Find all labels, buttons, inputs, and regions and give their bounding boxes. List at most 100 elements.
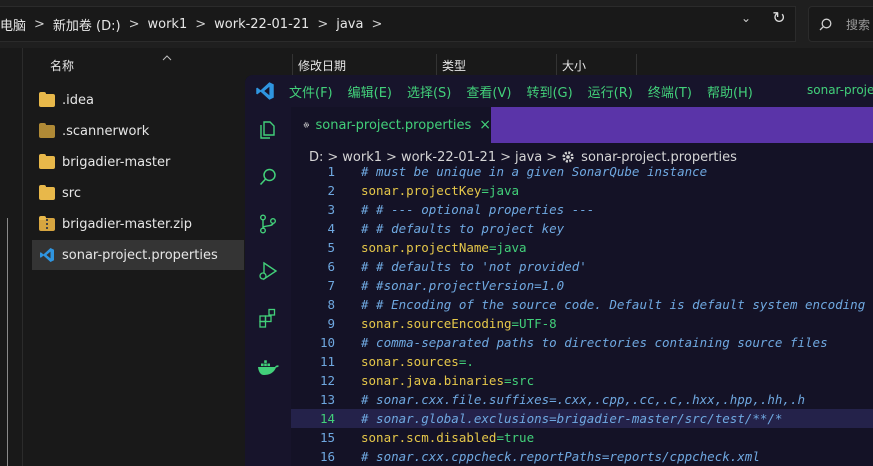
- code-line[interactable]: 14 # sonar.global.exclusions=brigadier-ma…: [291, 409, 873, 428]
- breadcrumb-java[interactable]: java: [336, 17, 363, 32]
- code-line[interactable]: 9 sonar.sourceEncoding=UTF-8: [291, 314, 873, 333]
- line-number: 10: [319, 335, 335, 350]
- code-line[interactable]: 6 # # defaults to 'not provided': [291, 257, 873, 276]
- file-row-sonar-properties[interactable]: sonar-project.properties: [32, 240, 244, 270]
- code-text: # sonar.global.exclusions=brigadier-mast…: [361, 409, 782, 428]
- code-line[interactable]: 2 sonar.projectKey=java: [291, 181, 873, 200]
- nav-pane-scrollbar[interactable]: [7, 218, 8, 466]
- line-number: 1: [327, 164, 335, 179]
- comment-token: # # defaults to project key: [361, 221, 565, 236]
- navigation-pane: [0, 48, 23, 466]
- code-line[interactable]: 8 # # Encoding of the source code. Defaul…: [291, 295, 873, 314]
- docker-icon[interactable]: [255, 354, 281, 380]
- line-number: 6: [327, 259, 335, 274]
- code-line[interactable]: 13 # sonar.cxx.file.suffixes=.cxx,.cpp,.c…: [291, 390, 873, 409]
- code-text: # must be unique in a given SonarQube in…: [361, 162, 707, 181]
- code-text: # comma-separated paths to directories c…: [361, 333, 828, 352]
- file-row-brigadier-master[interactable]: brigadier-master: [32, 147, 244, 177]
- property-key: sonar.projectName: [361, 240, 489, 255]
- source-control-icon[interactable]: [255, 211, 281, 237]
- code-line[interactable]: 16 # sonar.cxx.cppcheck.reportPaths=repor…: [291, 447, 873, 466]
- comment-token: # sonar.cxx.cppcheck.reportPaths=reports…: [361, 449, 760, 464]
- breadcrumb-work-date[interactable]: work-22-01-21: [214, 17, 309, 32]
- menu-go[interactable]: 转到(G): [526, 82, 572, 101]
- property-key: sonar.sourceEncoding: [361, 316, 512, 331]
- menu-run[interactable]: 运行(R): [588, 82, 633, 101]
- search-placeholder: 搜索: [846, 17, 871, 32]
- folder-icon: [39, 91, 55, 107]
- file-name: sonar-project.properties: [62, 247, 218, 263]
- chevron-right-icon: >: [195, 16, 207, 32]
- address-bar[interactable]: 电脑 > 新加卷 (D:) > work1 > work-22-01-21 > …: [0, 6, 796, 42]
- menu-selection[interactable]: 选择(S): [407, 82, 451, 101]
- code-line[interactable]: 4 # # defaults to project key: [291, 219, 873, 238]
- code-line[interactable]: 3 # # --- optional properties ---: [291, 200, 873, 219]
- search-icon[interactable]: [255, 164, 281, 190]
- column-header-name[interactable]: 名称: [50, 52, 74, 80]
- property-key: sonar.scm.disabled: [361, 430, 497, 445]
- file-name: .scannerwork: [62, 123, 150, 139]
- folder-icon: [39, 122, 55, 138]
- line-number: 12: [319, 373, 335, 388]
- code-line[interactable]: 10 # comma-separated paths to directories…: [291, 333, 873, 352]
- explorer-files-icon[interactable]: [255, 117, 281, 143]
- close-icon[interactable]: ×: [479, 117, 491, 133]
- breadcrumb-drive[interactable]: 新加卷 (D:): [53, 15, 121, 34]
- chevron-right-icon: >: [317, 16, 329, 32]
- property-key: sonar.java.binaries: [361, 373, 504, 388]
- code-line[interactable]: 1 # must be unique in a given SonarQube i…: [291, 162, 873, 181]
- code-text: # #sonar.projectVersion=1.0: [361, 276, 564, 295]
- file-row-scannerwork[interactable]: .scannerwork: [32, 116, 244, 146]
- menu-view[interactable]: 查看(V): [466, 82, 511, 101]
- line-number: 11: [319, 354, 335, 369]
- equals-sign: =: [511, 316, 520, 331]
- line-number: 15: [319, 430, 335, 445]
- code-line[interactable]: 7 # #sonar.projectVersion=1.0: [291, 276, 873, 295]
- line-number: 9: [327, 316, 335, 331]
- file-name: brigadier-master.zip: [62, 216, 192, 232]
- line-number: 3: [327, 202, 335, 217]
- comment-token: # # defaults to 'not provided': [361, 259, 587, 274]
- code-text: # # defaults to 'not provided': [361, 257, 587, 276]
- code-editor[interactable]: 1 # must be unique in a given SonarQube i…: [291, 162, 873, 466]
- file-row-idea[interactable]: .idea: [32, 85, 244, 115]
- menu-bar: 文件(F) 编辑(E) 选择(S) 查看(V) 转到(G) 运行(R) 终端(T…: [245, 75, 873, 107]
- property-value: java: [488, 183, 520, 198]
- sort-up-icon: [162, 55, 172, 61]
- extensions-icon[interactable]: [255, 305, 281, 331]
- file-name: src: [62, 185, 81, 201]
- breadcrumb-pc[interactable]: 电脑: [0, 15, 26, 34]
- chevron-right-icon[interactable]: >: [371, 17, 382, 32]
- menu-file[interactable]: 文件(F): [289, 82, 333, 101]
- chevron-right-icon: >: [34, 16, 45, 32]
- chevron-down-icon[interactable]: ⌄: [738, 10, 754, 26]
- vscode-logo-icon[interactable]: [255, 81, 275, 101]
- explorer-toolbar: 电脑 > 新加卷 (D:) > work1 > work-22-01-21 > …: [0, 0, 873, 48]
- code-line[interactable]: 11 sonar.sources=.: [291, 352, 873, 371]
- property-value: java: [496, 240, 527, 255]
- menu-edit[interactable]: 编辑(E): [348, 82, 392, 101]
- comment-token: # must be unique in a given SonarQube in…: [361, 164, 708, 179]
- code-line[interactable]: 5 sonar.projectName=java: [291, 238, 873, 257]
- code-line[interactable]: 12 sonar.java.binaries=src: [291, 371, 873, 390]
- refresh-icon[interactable]: ↻: [766, 8, 792, 28]
- run-debug-icon[interactable]: [255, 258, 281, 284]
- vscode-file-icon: [40, 248, 54, 262]
- menu-help[interactable]: 帮助(H): [707, 82, 753, 101]
- tab-sonar-properties[interactable]: sonar-project.properties ×: [291, 107, 491, 143]
- property-key: sonar.sources: [361, 354, 459, 369]
- code-line[interactable]: 15 sonar.scm.disabled=true: [291, 428, 873, 447]
- comment-token: # # Encoding of the source code. Default…: [361, 297, 866, 312]
- tab-label: sonar-project.properties: [315, 117, 472, 133]
- window-title: sonar-project: [807, 83, 873, 97]
- search-box[interactable]: 搜索: [808, 6, 873, 42]
- file-row-brigadier-zip[interactable]: brigadier-master.zip: [32, 209, 244, 239]
- equals-sign: =: [481, 183, 489, 198]
- code-text: sonar.projectName=java: [361, 238, 527, 257]
- comment-token: # comma-separated paths to directories c…: [361, 335, 828, 350]
- file-name: .idea: [62, 92, 94, 108]
- file-row-src[interactable]: src: [32, 178, 244, 208]
- code-text: # sonar.cxx.file.suffixes=.cxx,.cpp,.cc,…: [361, 390, 805, 409]
- menu-terminal[interactable]: 终端(T): [648, 82, 692, 101]
- breadcrumb-work1[interactable]: work1: [148, 17, 188, 32]
